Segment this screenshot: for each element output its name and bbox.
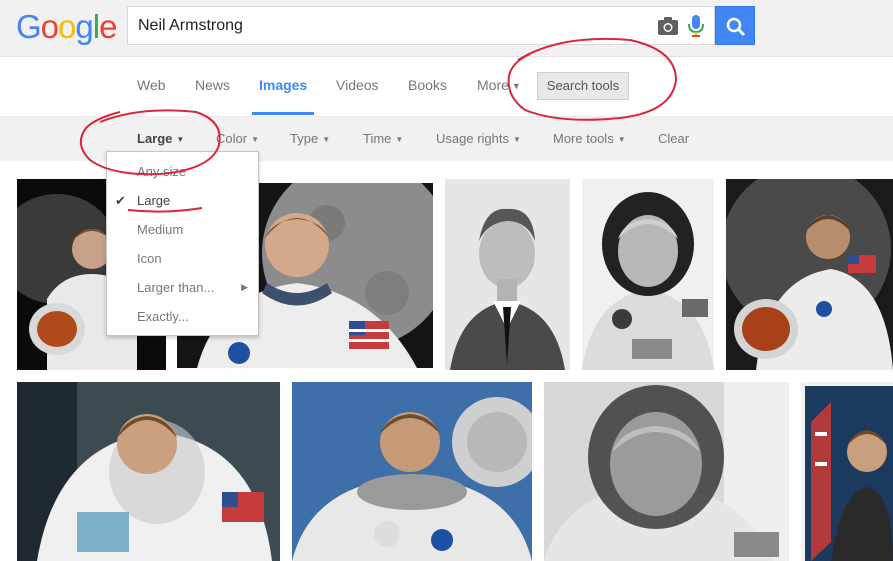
tab-news[interactable]: News — [195, 57, 230, 115]
size-dropdown-menu: Any size ✔ Large Medium Icon Larger than.… — [106, 151, 259, 336]
option-label: Larger than... — [137, 280, 215, 295]
search-input[interactable] — [138, 7, 638, 44]
size-option-icon[interactable]: Icon — [107, 244, 258, 273]
logo-letter: o — [40, 8, 59, 45]
tool-clear[interactable]: Clear — [658, 117, 689, 160]
tool-type[interactable]: Type ▼ — [290, 117, 330, 161]
tool-label: More tools — [553, 131, 614, 146]
microphone-icon[interactable] — [688, 15, 704, 37]
caret-down-icon: ▼ — [322, 135, 331, 144]
option-label: Any size — [137, 164, 187, 179]
caret-down-icon: ▼ — [511, 81, 521, 91]
logo-letter: e — [99, 8, 117, 45]
magnifier-icon — [726, 17, 746, 37]
image-result[interactable] — [582, 179, 714, 370]
search-results-page: { "logo": { "letters": ["G", "o", "o", "… — [0, 0, 893, 561]
caret-down-icon: ▼ — [395, 135, 404, 144]
tool-more-tools[interactable]: More tools ▼ — [553, 117, 626, 161]
camera-icon[interactable] — [657, 16, 679, 36]
checkmark-icon: ✔ — [115, 193, 126, 208]
logo-letter: o — [58, 8, 76, 45]
option-label: Large — [137, 193, 171, 208]
search-button[interactable] — [715, 6, 755, 45]
size-option-exactly[interactable]: Exactly... — [107, 302, 258, 331]
image-result[interactable] — [17, 382, 280, 561]
logo-letter: G — [16, 8, 42, 45]
tab-web[interactable]: Web — [137, 57, 166, 115]
image-result[interactable] — [544, 382, 789, 561]
size-option-medium[interactable]: Medium — [107, 215, 258, 244]
tab-books[interactable]: Books — [408, 57, 447, 115]
option-label: Icon — [137, 251, 162, 266]
caret-down-icon: ▼ — [176, 135, 185, 144]
image-result[interactable] — [726, 179, 893, 370]
image-result[interactable] — [292, 382, 532, 561]
tab-label: News — [195, 77, 231, 93]
search-tabs: Web News Images Videos Books More ▼ Searc… — [0, 57, 893, 117]
caret-down-icon: ▼ — [617, 135, 626, 144]
tab-label: Images — [259, 77, 308, 93]
tab-more[interactable]: More ▼ — [477, 57, 521, 115]
image-result[interactable] — [801, 382, 893, 561]
tool-usage-rights[interactable]: Usage rights ▼ — [436, 117, 521, 161]
tab-label: Videos — [336, 77, 379, 93]
tab-label: Web — [137, 77, 166, 93]
caret-down-icon: ▼ — [251, 135, 259, 144]
tool-label: Color — [216, 131, 248, 146]
tab-label: Books — [408, 77, 447, 93]
tab-images[interactable]: Images — [252, 57, 315, 115]
tool-time[interactable]: Time ▼ — [363, 117, 403, 161]
search-tools-button[interactable]: Search tools — [537, 72, 629, 100]
logo-letter: g — [75, 8, 93, 45]
size-option-any[interactable]: Any size — [107, 157, 258, 186]
tool-label: Type — [290, 131, 319, 146]
tab-label: More — [477, 77, 509, 93]
header-bar: Google — [0, 0, 893, 57]
size-option-larger-than[interactable]: Larger than... ▶ — [107, 273, 258, 302]
tool-label: Large — [137, 131, 173, 146]
option-label: Medium — [137, 222, 184, 237]
search-box — [127, 6, 715, 45]
image-result[interactable] — [445, 179, 570, 370]
tab-videos[interactable]: Videos — [336, 57, 379, 115]
caret-down-icon: ▼ — [512, 135, 521, 144]
size-option-large[interactable]: ✔ Large — [107, 186, 258, 215]
option-label: Exactly... — [137, 309, 189, 324]
tool-label: Usage rights — [436, 131, 509, 146]
tool-label: Clear — [658, 131, 690, 146]
submenu-arrow-icon: ▶ — [241, 282, 248, 292]
tool-label: Time — [363, 131, 392, 146]
google-logo[interactable]: Google — [16, 7, 117, 47]
